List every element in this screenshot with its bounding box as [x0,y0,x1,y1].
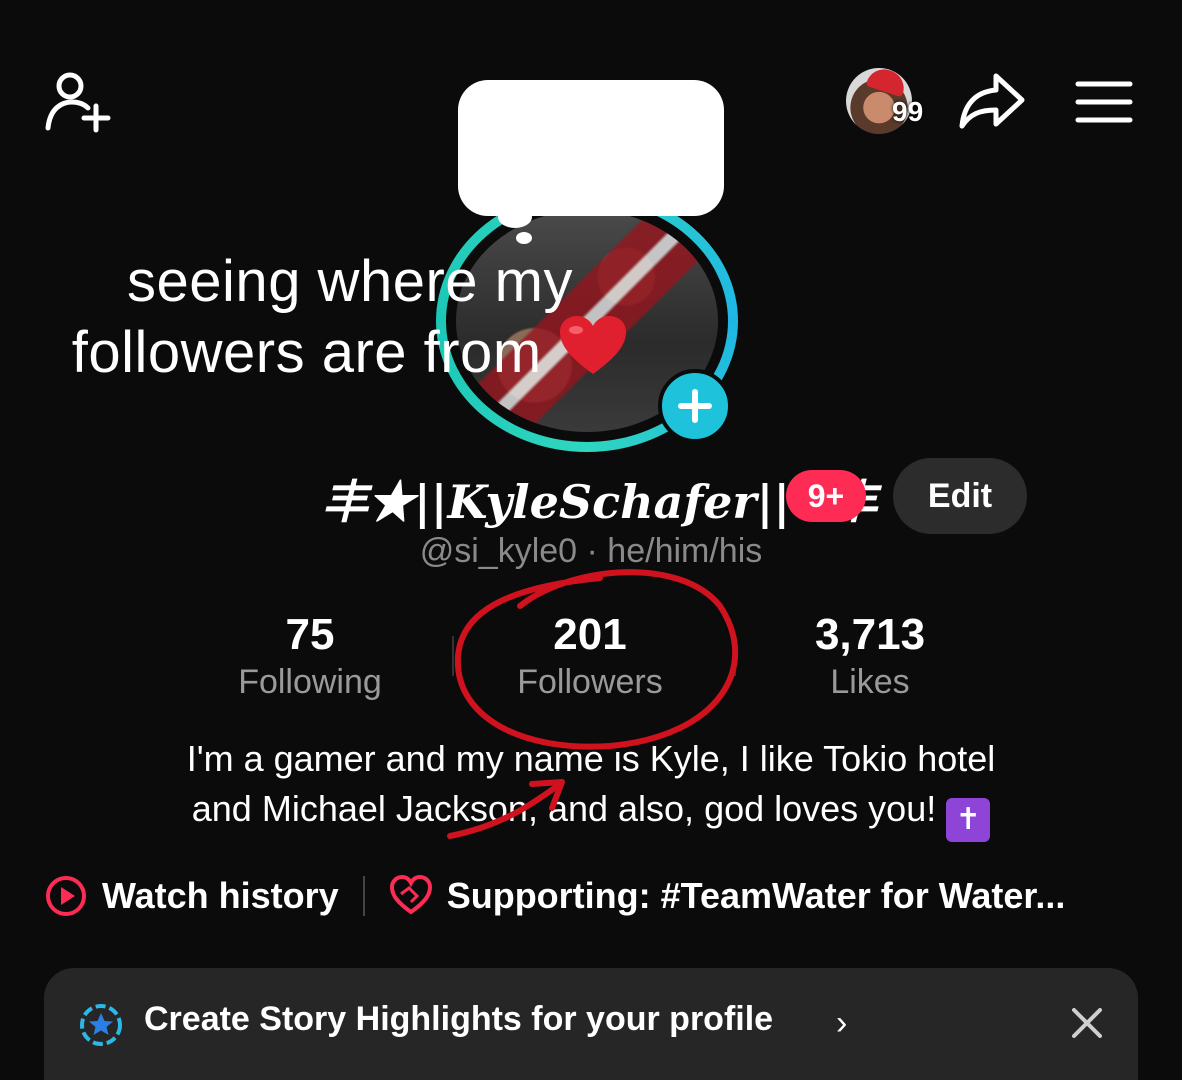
stat-followers[interactable]: 201 Followers [460,608,720,702]
notification-badge[interactable]: 9+ [786,470,866,522]
profile-bio: I'm a gamer and my name is Kyle, I like … [80,734,1102,842]
stat-following[interactable]: 75 Following [180,608,440,702]
watch-history-label: Watch history [102,875,339,916]
stat-divider [452,636,454,676]
star-badge-icon [78,1002,124,1048]
likes-label: Likes [830,663,910,701]
watch-history-link[interactable]: Watch history [44,874,339,918]
thought-bubble[interactable] [458,80,724,216]
followers-count: 201 [553,610,627,659]
thought-bubble-dot [498,206,532,228]
bio-line-1: I'm a gamer and my name is Kyle, I like … [186,738,996,779]
followers-label: Followers [517,663,663,701]
add-friend-icon[interactable] [40,66,114,136]
thought-bubble-dot [516,232,532,244]
plus-icon [678,389,712,423]
story-highlights-text[interactable]: Create Story Highlights for your profile [144,1000,773,1039]
username-pronouns: @si_kyle0 · he/him/his [419,532,763,570]
overlay-caption: seeing where my followers are from [0,250,700,391]
stat-likes[interactable]: 3,713 Likes [740,608,1000,702]
supporting-label: Supporting: #TeamWater for Water... [446,875,1066,916]
following-label: Following [238,663,382,701]
latin-cross-icon: ✝ [946,798,991,842]
share-icon[interactable] [956,70,1028,132]
links-divider [362,876,365,916]
visitor-count: 99 [892,96,924,127]
following-count: 75 [285,610,335,659]
profile-links-row: Watch history Supporting: #TeamWater for… [44,868,1174,924]
red-heart-icon [558,314,628,391]
stat-divider [734,636,736,676]
supporting-link[interactable]: Supporting: #TeamWater for Water... [389,874,1066,918]
profile-visitors-button[interactable]: 99 [846,64,938,138]
caption-line-2: followers are from [71,320,542,385]
heart-handshake-icon [389,874,432,915]
caption-line-1: seeing where my [127,249,573,314]
play-circle-icon [46,876,86,916]
bio-line-2: and Michael Jackson, and also, god loves… [191,788,937,829]
edit-profile-button[interactable]: Edit [893,458,1027,534]
menu-icon[interactable] [1072,74,1136,130]
close-icon[interactable] [1066,1000,1108,1046]
likes-count: 3,713 [814,610,926,659]
chevron-right-icon[interactable]: › [836,1004,847,1043]
